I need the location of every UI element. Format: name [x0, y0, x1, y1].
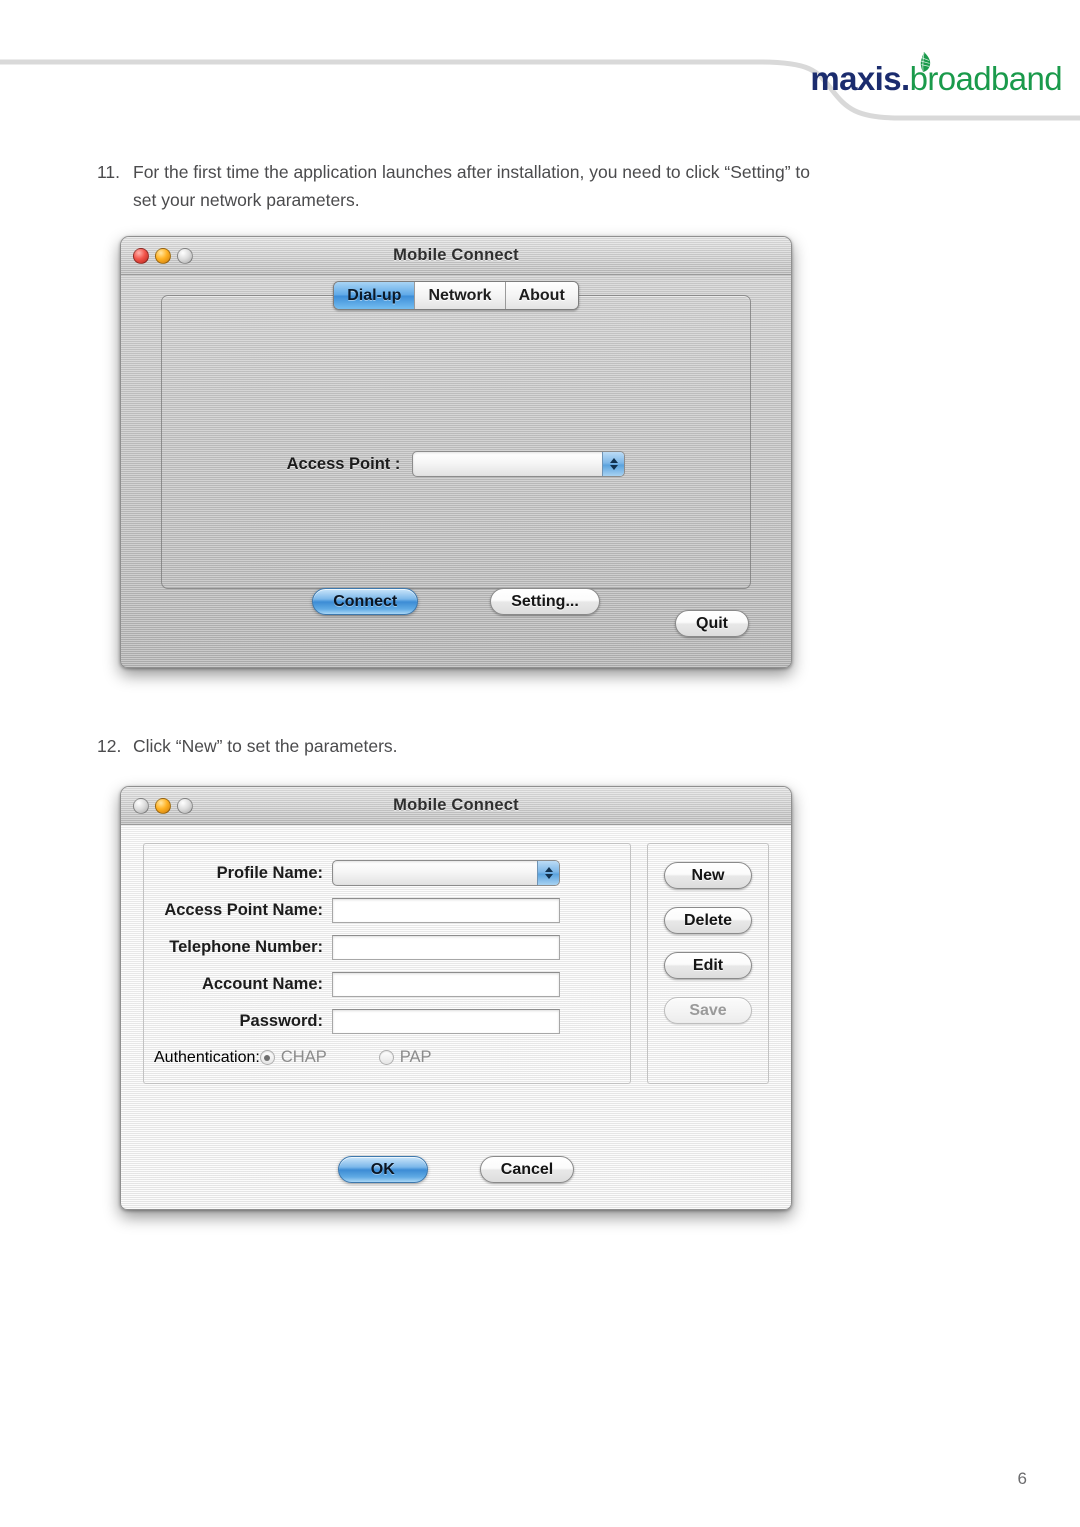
access-point-name-input[interactable]: [332, 898, 560, 923]
delete-button[interactable]: Delete: [664, 907, 752, 934]
zoom-button-icon[interactable]: [177, 247, 193, 264]
dialup-button-row: Connect Setting...: [162, 588, 750, 615]
profile-window-title: Mobile Connect: [393, 796, 519, 814]
profile-name-row: Profile Name:: [154, 860, 612, 886]
profile-name-label: Profile Name:: [216, 863, 323, 882]
password-input[interactable]: [332, 1009, 560, 1034]
authentication-row: Authentication: CHAP PAP: [154, 1048, 612, 1067]
tab-about[interactable]: About: [505, 282, 578, 309]
tab-network[interactable]: Network: [415, 282, 506, 309]
page-number: 6: [1017, 1469, 1027, 1488]
dialup-tabgroup: Dial-up Network About: [333, 281, 579, 310]
radio-chap-label: CHAP: [280, 1048, 327, 1066]
chevron-up-icon: [609, 458, 618, 463]
access-point-combo[interactable]: [412, 451, 626, 477]
page-header: maxis. broadband: [0, 0, 1080, 140]
quit-button[interactable]: Quit: [675, 610, 749, 637]
radio-pap-icon[interactable]: [378, 1050, 394, 1065]
profile-action-panel: New Delete Edit Save: [647, 843, 769, 1084]
profile-panels: Profile Name: Access Point Name: Telepho…: [143, 843, 769, 1084]
minimize-button-icon[interactable]: [155, 797, 171, 814]
mobile-connect-dialup-window[interactable]: Mobile Connect Dial-up Network About Acc…: [120, 236, 792, 668]
telephone-number-row: Telephone Number:: [154, 935, 612, 960]
step-12-number: 12.: [97, 736, 122, 756]
dialup-titlebar[interactable]: Mobile Connect: [121, 237, 791, 275]
profile-form-panel: Profile Name: Access Point Name: Telepho…: [143, 843, 631, 1084]
edit-button[interactable]: Edit: [664, 952, 752, 979]
logo-product-text: broadband: [909, 60, 1063, 97]
cancel-button[interactable]: Cancel: [479, 1156, 575, 1183]
maxis-broadband-logo: maxis. broadband: [810, 62, 1062, 95]
access-point-stepper-icon[interactable]: [602, 452, 625, 476]
dialup-tabbar: Dial-up Network About: [121, 281, 791, 310]
access-point-name-row: Access Point Name:: [154, 898, 612, 923]
tab-dial-up[interactable]: Dial-up: [334, 282, 416, 309]
connect-button[interactable]: Connect: [312, 588, 419, 615]
zoom-button-icon[interactable]: [177, 797, 193, 814]
radio-chap-icon[interactable]: [259, 1050, 275, 1065]
close-button-icon[interactable]: [133, 797, 149, 814]
dialup-traffic-lights: [133, 247, 193, 264]
radio-pap-label: PAP: [399, 1048, 432, 1066]
profile-body: Profile Name: Access Point Name: Telepho…: [121, 825, 791, 1209]
access-point-label: Access Point :: [286, 454, 401, 473]
telephone-number-input[interactable]: [332, 935, 560, 960]
chevron-down-icon: [544, 874, 553, 879]
mobile-connect-profile-window[interactable]: Mobile Connect Profile Name: Access Poin…: [120, 786, 792, 1210]
step-11-text: For the first time the application launc…: [133, 162, 811, 210]
step-11: 11. For the first time the application l…: [97, 158, 827, 214]
new-button[interactable]: New: [664, 862, 752, 889]
profile-name-combo[interactable]: [332, 860, 560, 886]
save-button: Save: [664, 997, 752, 1024]
minimize-button-icon[interactable]: [155, 247, 171, 264]
setting-button[interactable]: Setting...: [490, 588, 600, 615]
radio-chap[interactable]: CHAP: [259, 1048, 327, 1067]
password-label: Password:: [239, 1012, 323, 1030]
account-name-row: Account Name:: [154, 972, 612, 997]
logo-brand-text: maxis: [810, 60, 901, 97]
authentication-label: Authentication:: [154, 1048, 260, 1066]
logo-dot: .: [901, 60, 910, 97]
quit-button-wrapper: Quit: [675, 610, 749, 637]
profile-titlebar[interactable]: Mobile Connect: [121, 787, 791, 825]
access-point-row: Access Point :: [162, 451, 750, 477]
chevron-up-icon: [544, 867, 553, 872]
profile-name-stepper-icon[interactable]: [537, 861, 559, 885]
radio-pap[interactable]: PAP: [378, 1048, 432, 1067]
dialup-tab-panel: Access Point : Connect Setting...: [161, 295, 751, 615]
step-12-text: Click “New” to set the parameters.: [133, 736, 398, 756]
account-name-label: Account Name:: [201, 975, 323, 993]
ok-button[interactable]: OK: [337, 1156, 428, 1183]
profile-traffic-lights: [133, 797, 193, 814]
password-row: Password:: [154, 1009, 612, 1034]
dialup-window-title: Mobile Connect: [393, 246, 519, 264]
close-button-icon[interactable]: [133, 247, 149, 264]
chevron-down-icon: [609, 465, 618, 470]
step-12: 12. Click “New” to set the parameters.: [97, 732, 697, 760]
step-11-number: 11.: [97, 162, 121, 182]
account-name-input[interactable]: [332, 972, 560, 997]
access-point-name-label: Access Point Name:: [164, 901, 323, 919]
telephone-number-label: Telephone Number:: [169, 938, 323, 956]
profile-footer-buttons: OK Cancel: [121, 1156, 791, 1183]
